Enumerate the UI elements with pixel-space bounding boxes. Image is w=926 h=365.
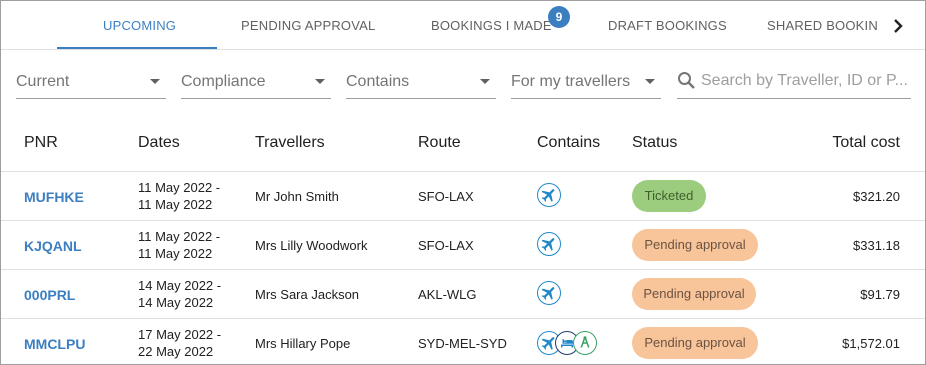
date-to: 22 May 2022 xyxy=(138,344,214,359)
bookings-panel: UPCOMING PENDING APPROVAL BOOKINGS I MAD… xyxy=(0,0,926,365)
tab-draft-bookings[interactable]: DRAFT BOOKINGS xyxy=(608,1,727,50)
route: SYD-MEL-SYD xyxy=(418,336,507,351)
row-divider xyxy=(1,171,925,172)
pnr-link[interactable]: KJQANL xyxy=(24,238,82,254)
contains-select[interactable]: Contains xyxy=(346,67,496,99)
period-select-value: Current xyxy=(16,73,70,90)
column-header-route[interactable]: Route xyxy=(418,134,461,152)
column-header-total-cost[interactable]: Total cost xyxy=(832,134,900,152)
dropdown-arrow-icon xyxy=(315,79,325,84)
status-badge: Ticketed xyxy=(632,180,706,212)
column-header-contains[interactable]: Contains xyxy=(537,134,600,152)
date-from: 14 May 2022 - xyxy=(138,278,222,293)
date-to: 11 May 2022 xyxy=(138,246,213,261)
travellers-select-value: For my travellers xyxy=(511,73,631,90)
booking-dates: 17 May 2022 - 22 May 2022 xyxy=(138,326,221,360)
column-header-travellers[interactable]: Travellers xyxy=(255,134,325,152)
traveller-name: Mrs Hillary Pope xyxy=(255,336,351,351)
tab-bar: UPCOMING PENDING APPROVAL BOOKINGS I MAD… xyxy=(1,1,925,50)
contains-select-value: Contains xyxy=(346,73,410,90)
route: AKL-WLG xyxy=(418,287,477,302)
tab-bookings-i-made[interactable]: BOOKINGS I MADE xyxy=(431,1,552,50)
search-box xyxy=(677,65,911,99)
pnr-link[interactable]: MMCLPU xyxy=(24,336,85,352)
row-divider xyxy=(1,318,925,319)
car-icon xyxy=(573,331,597,355)
search-input[interactable] xyxy=(701,69,909,93)
dropdown-arrow-icon xyxy=(645,79,655,84)
booking-dates: 11 May 2022 - 11 May 2022 xyxy=(138,179,220,213)
flight-icon xyxy=(537,232,561,256)
tab-pending-approval[interactable]: PENDING APPROVAL xyxy=(241,1,375,50)
chevron-right-icon[interactable] xyxy=(887,15,909,37)
status-badge: Pending approval xyxy=(632,229,758,261)
active-tab-indicator xyxy=(57,47,217,49)
flight-icon xyxy=(537,281,561,305)
total-cost: $1,572.01 xyxy=(842,336,900,351)
date-to: 14 May 2022 xyxy=(138,295,214,310)
flight-icon xyxy=(537,183,561,207)
route: SFO-LAX xyxy=(418,189,474,204)
search-icon xyxy=(678,72,695,89)
status-badge: Pending approval xyxy=(632,278,756,310)
pnr-link[interactable]: MUFHKE xyxy=(24,189,84,205)
compliance-select[interactable]: Compliance xyxy=(181,67,331,99)
total-cost: $91.79 xyxy=(860,287,900,302)
date-to: 11 May 2022 xyxy=(138,197,213,212)
booking-dates: 11 May 2022 - 11 May 2022 xyxy=(138,228,220,262)
traveller-name: Mrs Sara Jackson xyxy=(255,287,360,302)
dropdown-arrow-icon xyxy=(150,79,160,84)
column-header-status[interactable]: Status xyxy=(632,134,677,152)
date-from: 17 May 2022 - xyxy=(138,327,222,342)
column-header-pnr[interactable]: PNR xyxy=(24,134,58,152)
compliance-select-value: Compliance xyxy=(181,73,266,90)
tab-upcoming[interactable]: UPCOMING xyxy=(103,1,176,50)
date-from: 11 May 2022 - xyxy=(138,180,221,195)
pnr-link[interactable]: 000PRL xyxy=(24,287,75,303)
bookings-count-badge: 9 xyxy=(548,6,570,28)
traveller-name: Mrs Lilly Woodwork xyxy=(255,238,368,253)
column-header-dates[interactable]: Dates xyxy=(138,134,180,152)
row-divider xyxy=(1,220,925,221)
booking-dates: 14 May 2022 - 14 May 2022 xyxy=(138,277,221,311)
travellers-select[interactable]: For my travellers xyxy=(511,67,661,99)
tab-shared-bookings[interactable]: SHARED BOOKIN xyxy=(767,1,878,50)
dropdown-arrow-icon xyxy=(480,79,490,84)
traveller-name: Mr John Smith xyxy=(255,189,339,204)
row-divider xyxy=(1,269,925,270)
status-badge: Pending approval xyxy=(632,327,758,359)
route: SFO-LAX xyxy=(418,238,474,253)
total-cost: $321.20 xyxy=(853,189,900,204)
date-from: 11 May 2022 - xyxy=(138,229,221,244)
period-select[interactable]: Current xyxy=(16,67,166,99)
total-cost: $331.18 xyxy=(853,238,900,253)
